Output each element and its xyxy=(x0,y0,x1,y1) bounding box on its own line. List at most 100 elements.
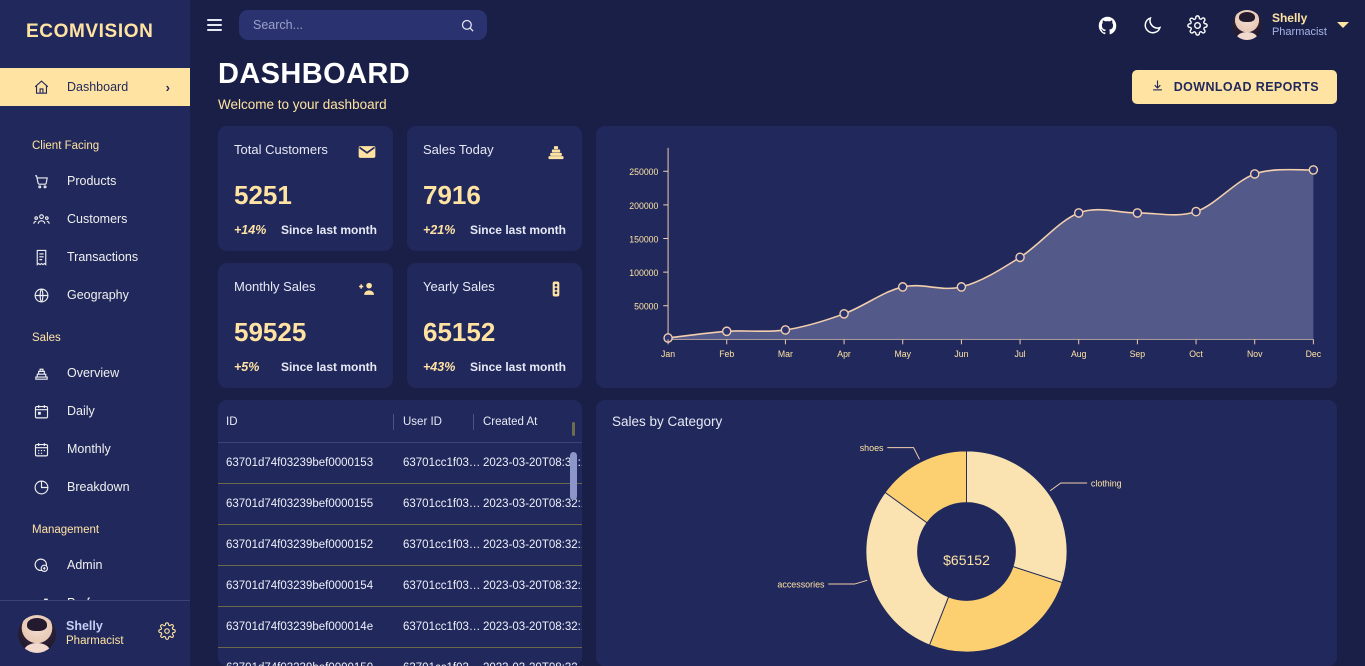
sidebar-item-geography[interactable]: Geography xyxy=(0,276,190,314)
stat-title: Sales Today xyxy=(423,142,494,158)
stat-note: Since last month xyxy=(469,223,566,238)
stat-card-top: Total Customers xyxy=(234,142,377,167)
donut-center-value: $65152 xyxy=(943,552,990,569)
stat-card-bottom: +14% Since last month xyxy=(234,223,377,237)
table-row[interactable]: 63701d74f03239bef000014e 63701cc1f0323...… xyxy=(218,606,582,649)
sidebar-item-label: Breakdown xyxy=(67,480,130,494)
column-header-created-at[interactable]: Created At xyxy=(473,400,582,444)
chart-data-point[interactable] xyxy=(839,309,849,320)
main-area: Shelly Pharmacist DASHBOARD Welcome to y… xyxy=(190,0,1365,666)
stat-card-top: Yearly Sales xyxy=(423,279,566,304)
chart-data-point[interactable] xyxy=(1308,165,1319,176)
chart-data-point[interactable] xyxy=(1073,208,1084,219)
sidebar-item-performance[interactable]: Performance xyxy=(0,584,190,600)
stat-note: Since last month xyxy=(280,223,377,238)
stat-delta: +43% xyxy=(423,360,456,375)
cell-created-at: 2023-03-20T08:32:16.372Z xyxy=(483,483,582,526)
hamburger-icon[interactable] xyxy=(204,16,225,34)
brand-logo[interactable]: ECOMVISION xyxy=(0,0,190,64)
table-scrollbar[interactable] xyxy=(570,452,577,501)
cell-user-id: 63701cc1f0323... xyxy=(403,524,483,567)
chart-data-point[interactable] xyxy=(1249,169,1260,180)
chart-data-point[interactable] xyxy=(897,282,908,293)
sidebar-item-label: Overview xyxy=(67,366,120,380)
sidebar-profile-meta: Shelly Pharmacist xyxy=(66,619,124,649)
sales-overview-chart-card: 50000 100000 150000 200000 250000 Jan Feb Mar Ap… xyxy=(596,126,1337,389)
table-row[interactable]: 63701d74f03239bef000015063701cc1f0323...… xyxy=(218,647,582,666)
calendar-day-icon xyxy=(32,402,50,420)
table-body: 63701d74f03239bef0000153 63701cc1f0323...… xyxy=(218,442,582,666)
table-row[interactable]: 63701d74f03239bef0000153 63701cc1f0323...… xyxy=(218,442,582,485)
gear-icon[interactable] xyxy=(158,622,176,645)
table-row[interactable]: 63701d74f03239bef0000155 63701cc1f0323...… xyxy=(218,483,582,526)
sidebar-item-dashboard[interactable]: Dashboard › xyxy=(0,68,190,106)
chart-data-point[interactable] xyxy=(780,325,791,336)
sidebar-item-label: Admin xyxy=(67,558,103,572)
cell-created-at: 2023-03-20T08:32:16.371Z xyxy=(483,647,582,666)
home-icon xyxy=(32,78,50,96)
sidebar-item-daily[interactable]: Daily xyxy=(0,392,190,430)
stat-card-bottom: +43% Since last month xyxy=(423,360,566,374)
stat-delta: +14% xyxy=(234,223,267,238)
sidebar-item-admin[interactable]: Admin xyxy=(0,546,190,584)
column-header-id[interactable]: ID xyxy=(218,400,403,444)
cell-id: 63701d74f03239bef0000152 xyxy=(218,524,403,567)
sales-overview-chart[interactable]: 50000 100000 150000 200000 250000 Jan Feb Mar Ap… xyxy=(608,136,1325,384)
sidebar-item-overview[interactable]: Overview xyxy=(0,354,190,392)
donut-slice-label: accessories xyxy=(777,580,825,590)
download-reports-button[interactable]: DOWNLOAD REPORTS xyxy=(1131,70,1337,104)
chart-data-point[interactable] xyxy=(956,282,967,293)
sidebar-profile[interactable]: Shelly Pharmacist xyxy=(0,600,190,666)
sidebar-item-transactions[interactable]: Transactions xyxy=(0,238,190,276)
cell-id: 63701d74f03239bef0000150 xyxy=(218,647,403,666)
sidebar: ECOMVISION Dashboard › Client Facing Pro… xyxy=(0,0,190,666)
search-icon[interactable] xyxy=(458,16,477,35)
x-axis-tick-label: Dec xyxy=(1306,349,1322,359)
stat-delta: +21% xyxy=(423,223,456,238)
shopping-cart-icon xyxy=(32,172,50,190)
gear-icon[interactable] xyxy=(1187,14,1208,36)
chart-data-point[interactable] xyxy=(1191,207,1201,217)
avatar xyxy=(18,614,56,653)
github-icon[interactable] xyxy=(1097,15,1118,36)
search-input[interactable] xyxy=(253,18,458,32)
user-menu[interactable]: Shelly Pharmacist xyxy=(1231,10,1349,40)
search-box[interactable] xyxy=(239,10,487,40)
transactions-table-card[interactable]: ID User ID Created At # of Products Cost… xyxy=(218,400,582,666)
scrollbar-track xyxy=(572,422,575,437)
sidebar-item-customers[interactable]: Customers xyxy=(0,200,190,238)
globe-icon xyxy=(32,286,50,304)
pie-chart-icon xyxy=(32,478,50,496)
moon-icon[interactable] xyxy=(1142,15,1163,36)
point-of-sale-icon xyxy=(546,142,566,167)
chart-data-point[interactable] xyxy=(1132,208,1143,219)
donut-slice[interactable] xyxy=(928,566,1063,653)
donut-slice[interactable] xyxy=(865,492,950,646)
cell-user-id: 63701cc1f0323... xyxy=(403,647,483,666)
cell-created-at: 2023-03-20T08:32:16.372Z xyxy=(483,524,582,567)
users-icon xyxy=(32,210,50,228)
sidebar-item-label: Dashboard xyxy=(67,80,129,94)
sidebar-item-breakdown[interactable]: Breakdown xyxy=(0,468,190,506)
y-axis-tick-label: 250000 xyxy=(629,167,658,177)
chart-data-point[interactable] xyxy=(721,326,732,337)
calendar-month-icon xyxy=(32,440,50,458)
x-axis-tick-label: Jan xyxy=(661,349,675,359)
donut-slice-label: shoes xyxy=(860,443,884,453)
stat-value: 59525 xyxy=(234,316,307,347)
table-row[interactable]: 63701d74f03239bef0000152 63701cc1f0323...… xyxy=(218,524,582,567)
column-header-user-id[interactable]: User ID xyxy=(393,400,483,444)
x-axis-tick-label: Feb xyxy=(719,349,734,359)
x-axis-tick-label: Apr xyxy=(837,349,851,359)
sidebar-item-products[interactable]: Products xyxy=(0,162,190,200)
table-row[interactable]: 63701d74f03239bef0000154 63701cc1f0323...… xyxy=(218,565,582,608)
chevron-down-icon[interactable] xyxy=(1337,22,1349,28)
sales-by-category-chart[interactable]: clothing accessories shoes xyxy=(596,434,1337,666)
sidebar-item-monthly[interactable]: Monthly xyxy=(0,430,190,468)
cell-created-at: 2023-03-20T08:32:16.372Z xyxy=(483,442,582,485)
sidebar-item-label: Products xyxy=(67,174,117,188)
y-axis-tick-label: 150000 xyxy=(629,235,658,245)
x-axis-tick-label: Sep xyxy=(1130,349,1146,359)
chart-data-point[interactable] xyxy=(1015,252,1025,263)
stat-note: Since last month xyxy=(469,360,566,375)
